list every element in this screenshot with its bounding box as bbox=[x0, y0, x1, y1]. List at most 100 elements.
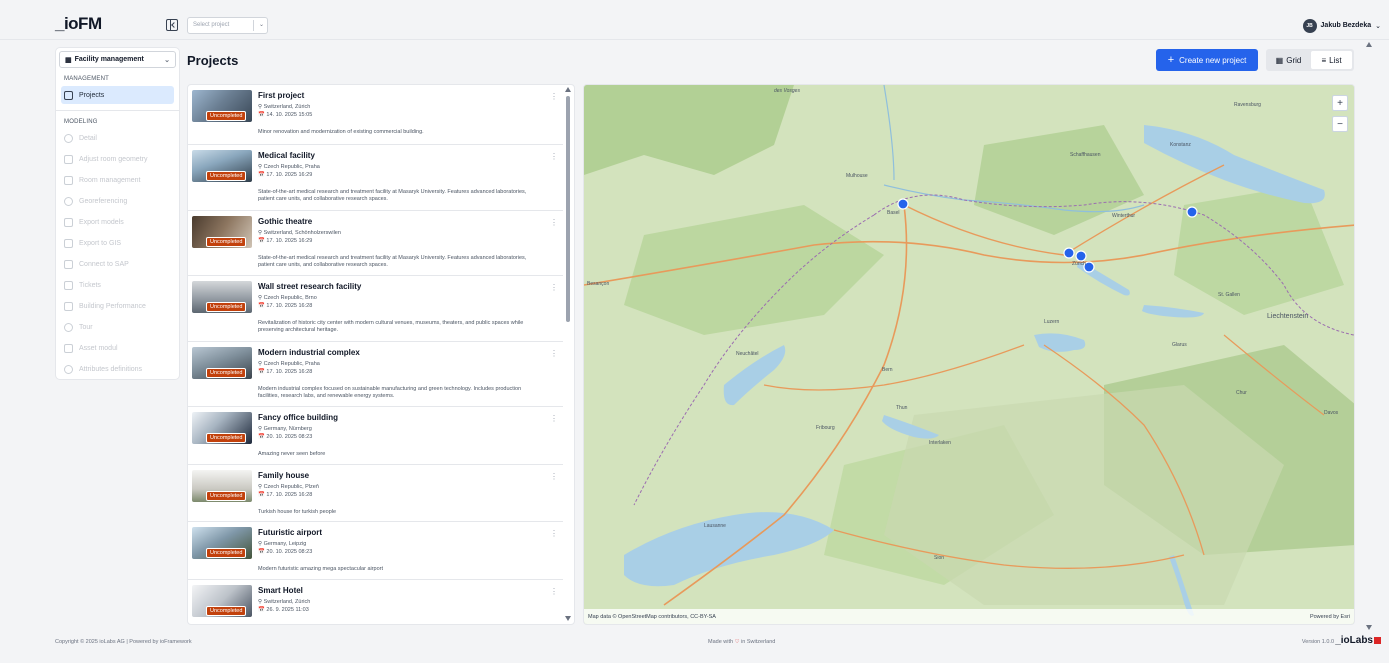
project-location: ⚲ Czech Republic, Brno bbox=[258, 295, 317, 301]
sidebar-item-label: Building Performance bbox=[79, 303, 146, 310]
sidebar-item-attributes-definitions[interactable]: Attributes definitions bbox=[56, 359, 179, 380]
more-options-icon[interactable]: ⋮ bbox=[550, 472, 558, 481]
sidebar-item-asset-modul[interactable]: Asset modul bbox=[56, 338, 179, 359]
more-options-icon[interactable]: ⋮ bbox=[550, 92, 558, 101]
project-card[interactable]: Uncompleted Gothic theatre ⚲ Switzerland… bbox=[188, 211, 563, 276]
project-card[interactable]: Uncompleted Smart Hotel ⚲ Switzerland, Z… bbox=[188, 580, 563, 624]
map-label: Davos bbox=[1324, 410, 1339, 416]
project-card[interactable]: Uncompleted First project ⚲ Switzerland,… bbox=[188, 85, 563, 145]
project-description: State-of-the-art medical research and tr… bbox=[258, 189, 527, 202]
sidebar-item-georeferencing[interactable]: Georeferencing bbox=[56, 191, 179, 212]
sidebar-item-room-management[interactable]: Room management bbox=[56, 170, 179, 191]
map-label: Besançon bbox=[587, 281, 610, 287]
facility-select[interactable]: ▦ Facility management ⌄ bbox=[59, 51, 176, 68]
sidebar-item-label: Tickets bbox=[79, 282, 101, 289]
avatar: JB bbox=[1302, 18, 1317, 33]
more-options-icon[interactable]: ⋮ bbox=[550, 152, 558, 161]
sidebar-item-export-to-gis[interactable]: Export to GIS bbox=[56, 233, 179, 254]
project-card[interactable]: Uncompleted Family house ⚲ Czech Republi… bbox=[188, 465, 563, 522]
divider bbox=[56, 110, 179, 111]
projects-map[interactable]: des Vosges Mulhouse Basel Zürich Wintert… bbox=[583, 84, 1355, 625]
map-label: des Vosges bbox=[774, 88, 800, 94]
sidebar-item-tickets[interactable]: Tickets bbox=[56, 275, 179, 296]
list-scroll-down-icon[interactable] bbox=[565, 616, 571, 621]
grid-icon: ▦ bbox=[1275, 55, 1284, 65]
project-description: Amazing never seen before bbox=[258, 451, 326, 457]
more-options-icon[interactable]: ⋮ bbox=[550, 529, 558, 538]
sidebar-item-label: Export models bbox=[79, 219, 124, 226]
project-thumbnail: Uncompleted bbox=[192, 470, 252, 502]
projects-icon bbox=[64, 90, 73, 100]
user-menu[interactable]: JB Jakub Bezdeka ⌄ bbox=[1302, 17, 1381, 34]
project-card[interactable]: Uncompleted Modern industrial complex ⚲ … bbox=[188, 342, 563, 407]
sidebar-item-building-performance[interactable]: Building Performance bbox=[56, 296, 179, 317]
project-date: 📅 17. 10. 2025 16:29 bbox=[258, 172, 313, 178]
info-icon bbox=[64, 134, 73, 143]
sidebar-item-label: Georeferencing bbox=[79, 198, 128, 205]
create-project-button[interactable]: + Create new project bbox=[1156, 49, 1258, 71]
map-label: Fribourg bbox=[816, 425, 835, 431]
map-label: Chur bbox=[1236, 390, 1247, 396]
sidebar-item-label: Detail bbox=[79, 135, 97, 142]
collapse-sidebar-icon[interactable] bbox=[166, 19, 178, 31]
more-options-icon[interactable]: ⋮ bbox=[550, 349, 558, 358]
status-badge: Uncompleted bbox=[206, 433, 247, 443]
project-list: Uncompleted First project ⚲ Switzerland,… bbox=[187, 84, 575, 625]
project-card[interactable]: Uncompleted Fancy office building ⚲ Germ… bbox=[188, 407, 563, 465]
grid-view-label: Grid bbox=[1286, 55, 1302, 65]
project-select[interactable]: Select project ⌄ bbox=[187, 17, 268, 34]
more-options-icon[interactable]: ⋮ bbox=[550, 283, 558, 292]
iolabs-logo[interactable]: _ioLabs bbox=[1335, 635, 1381, 646]
copyright: Copyright © 2025 ioLabs AG | Powered by … bbox=[55, 639, 192, 645]
sidebar-item-connect-to-sap[interactable]: Connect to SAP bbox=[56, 254, 179, 275]
map-label: Liechtenstein bbox=[1267, 313, 1309, 320]
project-description: Minor renovation and modernization of ex… bbox=[258, 129, 424, 135]
sidebar-item-tour[interactable]: Tour bbox=[56, 317, 179, 338]
more-options-icon[interactable]: ⋮ bbox=[550, 587, 558, 596]
sidebar-item-label: Tour bbox=[79, 324, 93, 331]
sidebar-item-projects[interactable]: Projects bbox=[61, 86, 174, 104]
sidebar-item-adjust-room-geometry[interactable]: Adjust room geometry bbox=[56, 149, 179, 170]
project-description: State-of-the-art medical research and tr… bbox=[258, 255, 527, 268]
grid-view-button[interactable]: ▦ Grid bbox=[1268, 51, 1309, 69]
status-badge: Uncompleted bbox=[206, 302, 247, 312]
project-title: First project bbox=[258, 91, 305, 100]
sidebar-item-label: Export to GIS bbox=[79, 240, 122, 247]
chevron-down-icon: ⌄ bbox=[258, 22, 264, 28]
map-label: Ravensburg bbox=[1234, 102, 1261, 108]
map-canvas[interactable] bbox=[584, 85, 1355, 625]
map-label: Mulhouse bbox=[846, 173, 868, 179]
project-title: Futuristic airport bbox=[258, 528, 323, 537]
status-badge: Uncompleted bbox=[206, 368, 247, 378]
page-scroll-up-icon[interactable] bbox=[1366, 42, 1372, 47]
sidebar-item-detail[interactable]: Detail bbox=[56, 128, 179, 149]
sidebar-item-label: Room management bbox=[79, 177, 141, 184]
status-badge: Uncompleted bbox=[206, 548, 247, 558]
more-options-icon[interactable]: ⋮ bbox=[550, 218, 558, 227]
network-icon bbox=[64, 302, 73, 311]
project-card[interactable]: Uncompleted Futuristic airport ⚲ Germany… bbox=[188, 522, 563, 580]
list-view-button[interactable]: ≡ List bbox=[1311, 51, 1352, 69]
sidebar: ▦ Facility management ⌄ MANAGEMENT Proje… bbox=[55, 47, 180, 380]
zoom-in-button[interactable]: + bbox=[1332, 95, 1348, 111]
heart-icon: ♡ bbox=[734, 639, 740, 645]
list-scroll-up-icon[interactable] bbox=[565, 87, 571, 92]
page-scroll-down-icon[interactable] bbox=[1366, 625, 1372, 630]
project-thumbnail: Uncompleted bbox=[192, 412, 252, 444]
gear-icon bbox=[64, 365, 73, 374]
project-title: Gothic theatre bbox=[258, 217, 313, 226]
project-description: Revitalization of historic city center w… bbox=[258, 320, 524, 333]
app-logo[interactable]: _ioFM bbox=[55, 14, 102, 34]
list-scrollbar[interactable] bbox=[566, 96, 570, 322]
project-card[interactable]: Uncompleted Wall street research facilit… bbox=[188, 276, 563, 342]
sidebar-item-export-models[interactable]: Export models bbox=[56, 212, 179, 233]
project-title: Wall street research facility bbox=[258, 282, 362, 291]
project-card[interactable]: Uncompleted Medical facility ⚲ Czech Rep… bbox=[188, 145, 563, 211]
project-date: 📅 26. 9. 2025 11:03 bbox=[258, 607, 309, 613]
project-title: Family house bbox=[258, 471, 310, 480]
cube-icon bbox=[64, 176, 73, 185]
project-location: ⚲ Czech Republic, Praha bbox=[258, 164, 320, 170]
zoom-out-button[interactable]: − bbox=[1332, 116, 1348, 132]
map-label: Glarus bbox=[1172, 342, 1187, 348]
more-options-icon[interactable]: ⋮ bbox=[550, 414, 558, 423]
